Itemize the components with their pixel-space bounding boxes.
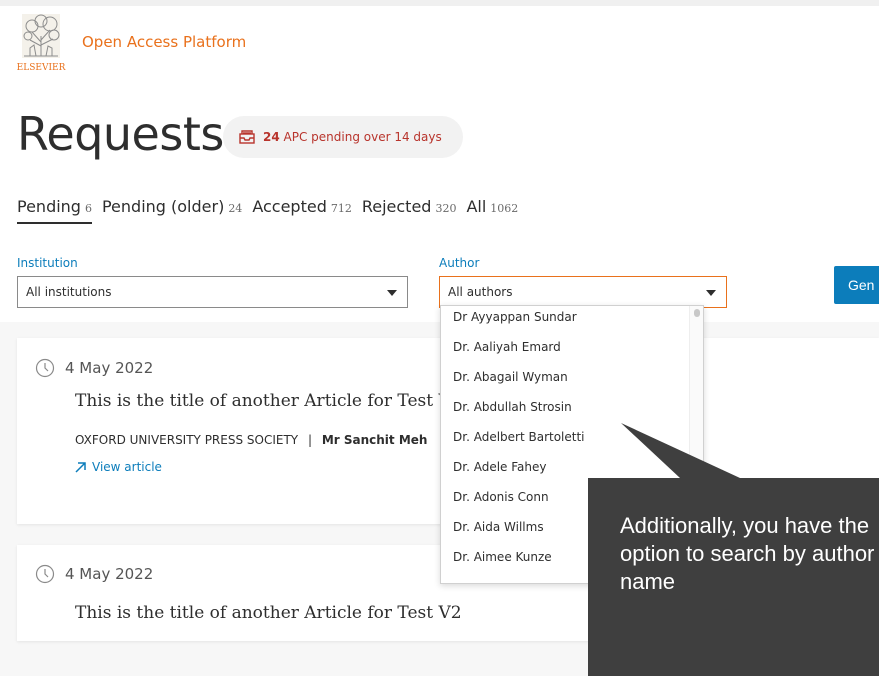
author-option[interactable]: Dr. Adelbert Bartoletti: [441, 422, 703, 452]
author-label: Author: [439, 256, 480, 270]
app-title[interactable]: Open Access Platform: [82, 33, 246, 51]
arrow-up-right-icon: [75, 461, 86, 473]
tab-rejected[interactable]: Rejected 320: [362, 197, 457, 224]
tab-all[interactable]: All 1062: [466, 197, 518, 224]
author-option[interactable]: Dr. Abdullah Strosin: [441, 392, 703, 422]
tab-count: 320: [435, 202, 457, 215]
chevron-down-icon: [706, 290, 716, 296]
tab-pending[interactable]: Pending 6: [17, 197, 92, 224]
view-article-label: View article: [92, 460, 162, 474]
author-option[interactable]: Dr. Abagail Wyman: [441, 362, 703, 392]
author-option[interactable]: Dr Ayyappan Sundar: [441, 306, 703, 332]
tab-pending-older[interactable]: Pending (older) 24: [102, 197, 242, 224]
tutorial-callout: Additionally, you have the option to sea…: [588, 478, 879, 676]
top-strip: [0, 0, 879, 6]
institution-value: All institutions: [26, 285, 112, 299]
pending-apc-badge[interactable]: 24 APC pending over 14 days: [223, 116, 463, 158]
elsevier-logo[interactable]: ELSEVIER: [16, 12, 66, 74]
chevron-down-icon: [387, 290, 397, 296]
generate-button[interactable]: Gen: [834, 266, 879, 304]
institution-label: Institution: [17, 256, 78, 270]
author-value: All authors: [448, 285, 513, 299]
meta-separator: |: [307, 433, 312, 447]
card-date: 4 May 2022: [65, 565, 154, 583]
tab-count: 712: [330, 202, 352, 215]
tab-count: 1062: [490, 202, 519, 215]
article-title[interactable]: This is the title of another Article for…: [75, 603, 462, 623]
tab-count: 24: [228, 202, 243, 215]
author-select[interactable]: All authors: [439, 276, 727, 308]
logo-wordmark: ELSEVIER: [17, 63, 66, 73]
tab-label: Pending: [17, 197, 81, 216]
tab-count: 6: [84, 202, 92, 215]
request-tabs: Pending 6 Pending (older) 24 Accepted 712 R…: [17, 197, 528, 224]
card-meta: OXFORD UNIVERSITY PRESS SOCIETY | Mr San…: [75, 433, 427, 447]
institution-select[interactable]: All institutions: [17, 276, 408, 308]
tab-label: Rejected: [361, 197, 432, 216]
author-name: Mr Sanchit Meh: [321, 433, 428, 447]
article-title[interactable]: This is the title of another Article for…: [75, 391, 462, 411]
clock-icon: [35, 358, 55, 378]
tab-label: All: [466, 197, 487, 216]
inbox-icon: [239, 130, 255, 144]
clock-icon: [35, 564, 55, 584]
card-date: 4 May 2022: [65, 359, 154, 377]
scrollbar-thumb[interactable]: [694, 309, 700, 317]
publisher-name: OXFORD UNIVERSITY PRESS SOCIETY: [75, 433, 299, 447]
card-date-row: 4 May 2022: [35, 358, 153, 378]
card-date-row: 4 May 2022: [35, 564, 153, 584]
view-article-link[interactable]: View article: [75, 460, 162, 474]
tab-accepted[interactable]: Accepted 712: [252, 197, 352, 224]
pending-count: 24: [263, 130, 280, 144]
author-option[interactable]: Dr. Aaliyah Emard: [441, 332, 703, 362]
page-title: Requests: [17, 107, 224, 161]
pending-text: APC pending over 14 days: [283, 130, 442, 144]
tab-label: Accepted: [252, 197, 327, 216]
tab-label: Pending (older): [101, 197, 225, 216]
